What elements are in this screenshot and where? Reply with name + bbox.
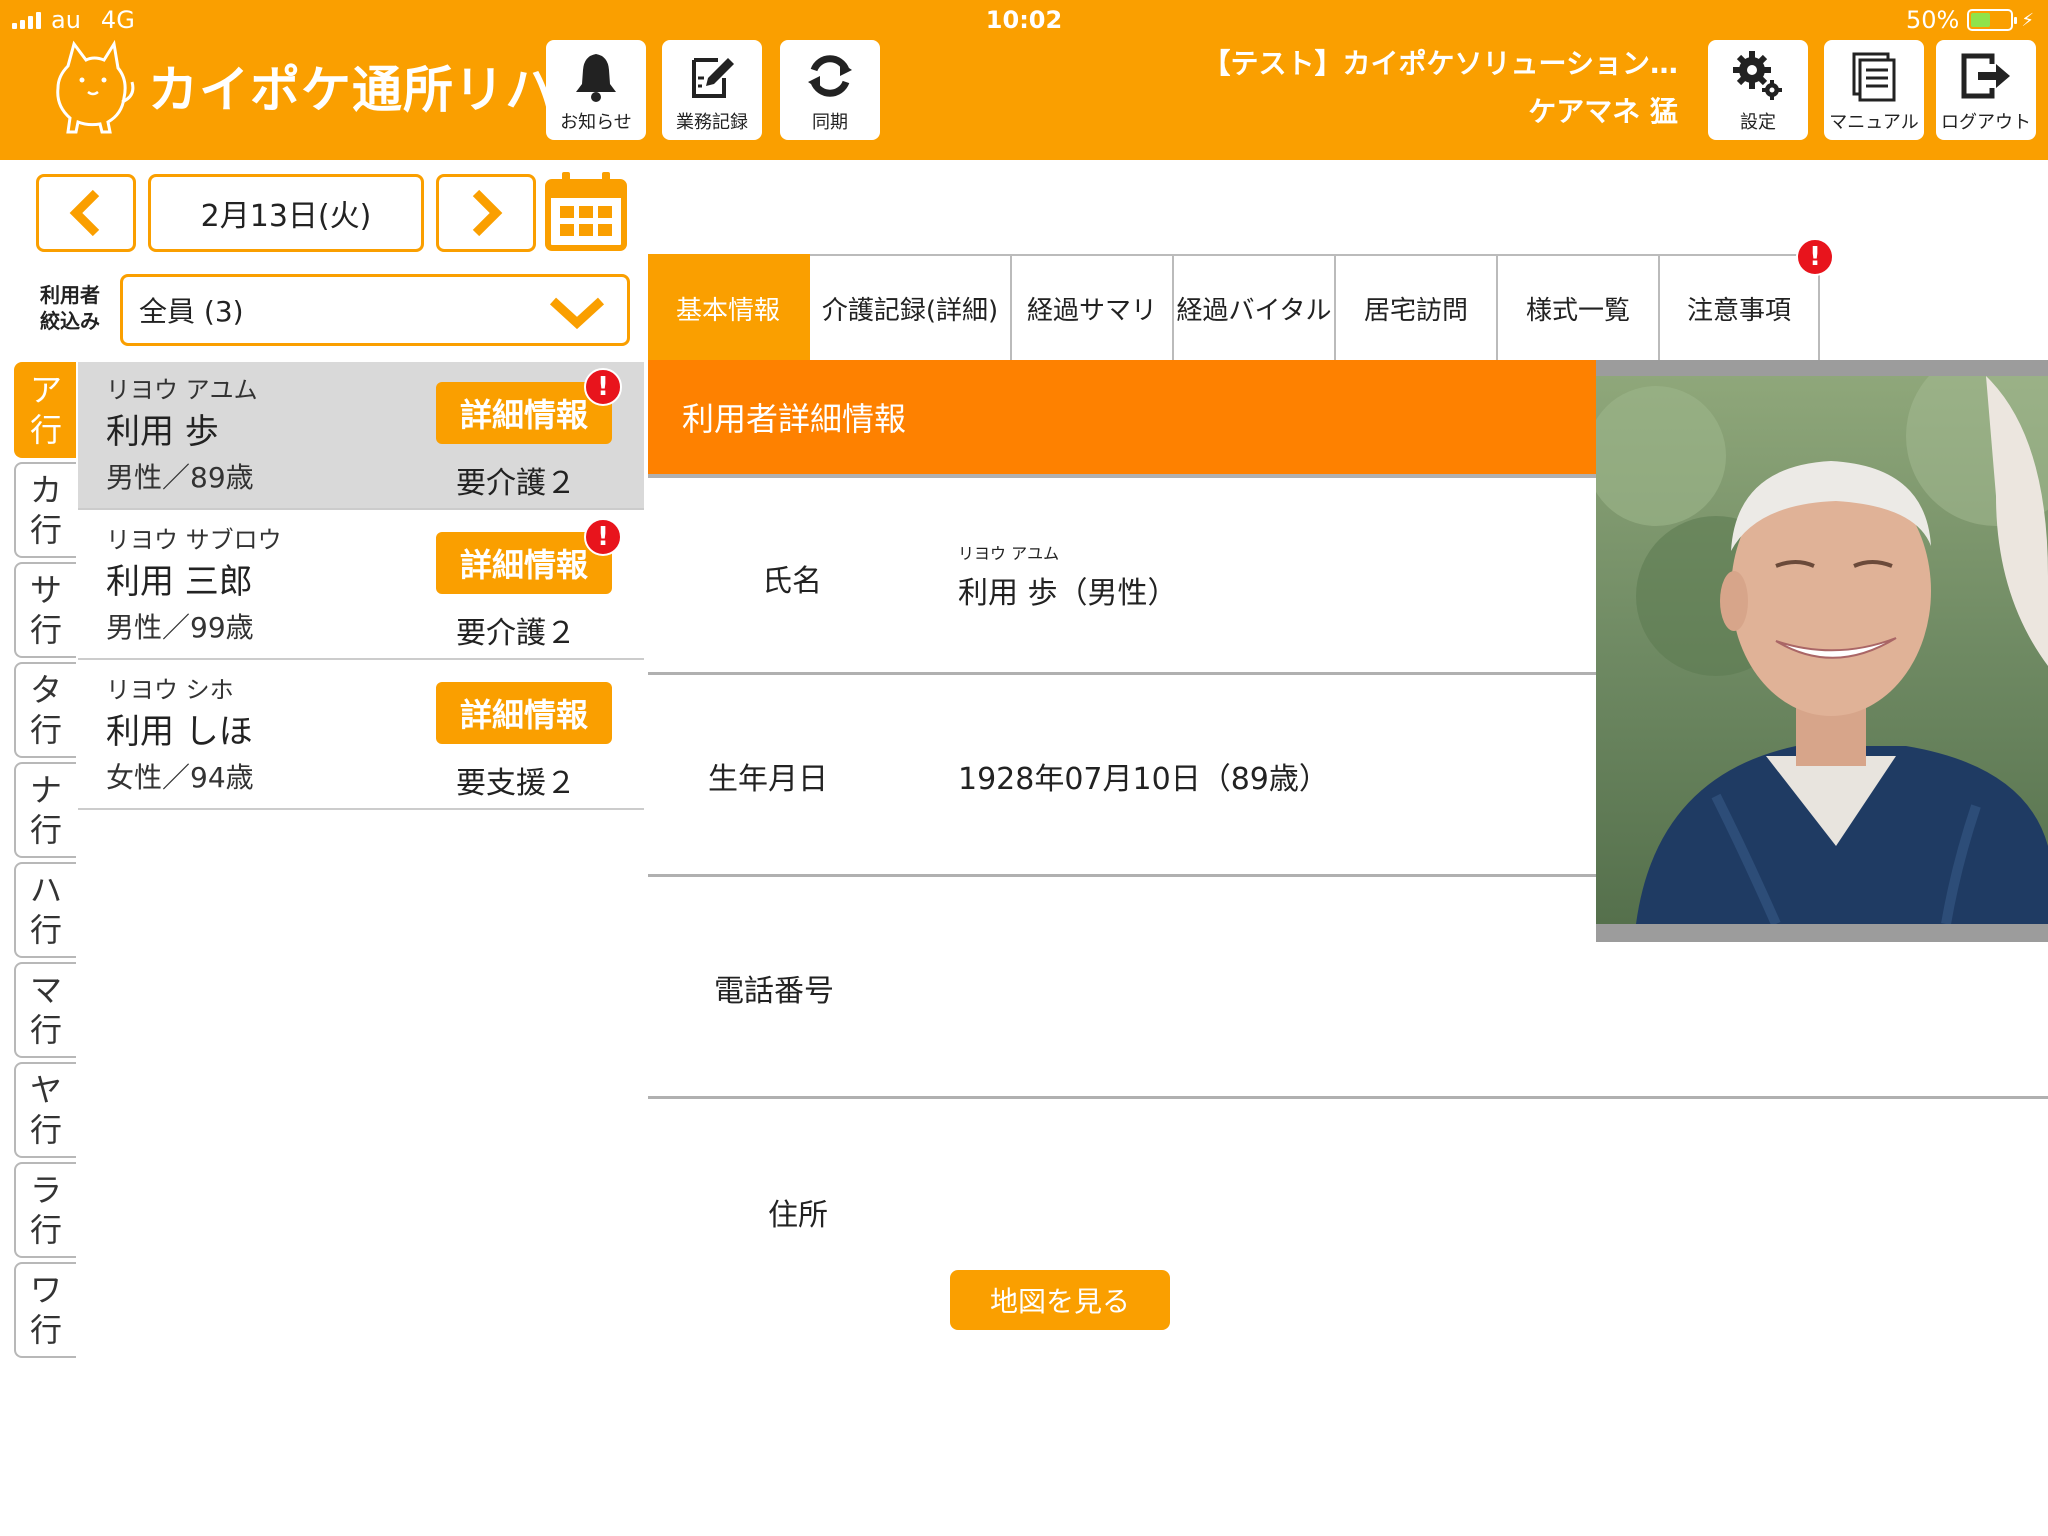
user-kana: リヨウ シホ xyxy=(106,676,234,704)
manual-button[interactable]: マニュアル xyxy=(1824,40,1924,140)
phone-label: 電話番号 xyxy=(714,974,834,1009)
user-name: 利用 しほ xyxy=(106,712,253,752)
row-divider xyxy=(648,1096,2048,1099)
row-divider xyxy=(648,672,1596,675)
manual-icon xyxy=(1852,52,1896,102)
charging-icon: ⚡ xyxy=(2021,9,2034,31)
work-record-label: 業務記録 xyxy=(676,112,748,133)
tab-basic-info[interactable]: 基本情報 xyxy=(648,254,810,360)
tab-progress-vital[interactable]: 経過バイタル xyxy=(1174,254,1336,360)
user-sex-age: 男性／89歳 xyxy=(106,461,254,494)
sync-icon xyxy=(808,55,852,97)
tab-notes[interactable]: 注意事項 xyxy=(1660,254,1820,360)
kana-tab-a[interactable]: ア行 xyxy=(14,362,76,458)
settings-button[interactable]: 設定 xyxy=(1708,40,1808,140)
sync-label: 同期 xyxy=(812,112,848,133)
detail-button[interactable]: 詳細情報 xyxy=(436,682,612,744)
tab-progress-summary[interactable]: 経過サマリ xyxy=(1012,254,1174,360)
care-level: 要支援２ xyxy=(456,766,576,801)
sync-button[interactable]: 同期 xyxy=(780,40,880,140)
user-sex-age: 男性／99歳 xyxy=(106,611,254,644)
row-divider xyxy=(648,874,1596,877)
user-list-item[interactable]: リヨウ アユム 利用 歩 男性／89歳 詳細情報 ! 要介護２ xyxy=(78,362,644,510)
birthdate-value: 1928年07月10日（89歳） xyxy=(958,762,1329,797)
kana-tab-wa[interactable]: ワ行 xyxy=(14,1262,76,1358)
view-map-button[interactable]: 地図を見る xyxy=(950,1270,1170,1330)
user-photo-image xyxy=(1596,376,2048,924)
chevron-left-icon xyxy=(69,189,100,237)
user-list-item[interactable]: リヨウ サブロウ 利用 三郎 男性／99歳 詳細情報 ! 要介護２ xyxy=(78,512,644,660)
user-name: 利用 歩 xyxy=(106,412,219,452)
name-ruby: リヨウ アユム xyxy=(958,544,1060,563)
user-filter-select[interactable]: 全員 (3) xyxy=(120,274,630,346)
alert-icon: ! xyxy=(1796,238,1834,276)
chevron-down-icon xyxy=(549,297,605,329)
edit-icon xyxy=(692,58,734,98)
settings-label: 設定 xyxy=(1740,112,1776,133)
kana-tab-sa[interactable]: サ行 xyxy=(14,562,76,658)
battery-icon xyxy=(1967,9,2018,31)
org-name: 【テスト】カイポケソリューション… xyxy=(1202,47,1678,80)
prev-day-button[interactable] xyxy=(36,174,136,252)
date-display[interactable]: 2月13日(火) xyxy=(148,174,424,252)
filter-value: 全員 (3) xyxy=(139,295,244,328)
alert-icon: ! xyxy=(584,518,622,556)
logout-label: ログアウト xyxy=(1941,112,2031,133)
calendar-icon[interactable] xyxy=(544,170,628,252)
notice-button[interactable]: お知らせ xyxy=(546,40,646,140)
tab-forms[interactable]: 様式一覧 xyxy=(1498,254,1660,360)
user-photo xyxy=(1596,374,2048,942)
name-label: 氏名 xyxy=(762,564,822,599)
alert-icon: ! xyxy=(584,368,622,406)
bell-icon xyxy=(576,54,616,102)
tab-care-record[interactable]: 介護記録(詳細) xyxy=(810,254,1012,360)
status-bar: au 4G 10:02 50% ⚡ xyxy=(0,0,2048,40)
user-name: ケアマネ 猛 xyxy=(1528,95,1678,128)
app-name: カイポケ通所リハ xyxy=(148,61,556,119)
section-title: 利用者詳細情報 xyxy=(648,360,1596,478)
user-kana: リヨウ サブロウ xyxy=(106,526,282,554)
birthdate-label: 生年月日 xyxy=(708,762,828,797)
user-kana: リヨウ アユム xyxy=(106,376,258,404)
logout-icon xyxy=(1961,53,2010,99)
notice-label: お知らせ xyxy=(560,112,632,133)
account-info: 【テスト】カイポケソリューション… ケアマネ 猛 xyxy=(1203,40,1678,136)
kana-tab-ka[interactable]: カ行 xyxy=(14,462,76,558)
care-level: 要介護２ xyxy=(456,466,576,501)
tab-home-visit[interactable]: 居宅訪問 xyxy=(1336,254,1498,360)
next-day-button[interactable] xyxy=(436,174,536,252)
kana-tab-ta[interactable]: タ行 xyxy=(14,662,76,758)
kana-tab-ma[interactable]: マ行 xyxy=(14,962,76,1058)
kana-tab-ha[interactable]: ハ行 xyxy=(14,862,76,958)
gear-icon xyxy=(1733,51,1782,100)
filter-label: 利用者 絞込み xyxy=(40,283,100,333)
care-level: 要介護２ xyxy=(456,616,576,651)
kana-tab-na[interactable]: ナ行 xyxy=(14,762,76,858)
address-label: 住所 xyxy=(768,1198,828,1233)
manual-label: マニュアル xyxy=(1829,112,1919,133)
user-list-item[interactable]: リヨウ シホ 利用 しほ 女性／94歳 詳細情報 要支援２ xyxy=(78,662,644,810)
battery-percent: 50% xyxy=(1906,6,1960,34)
app-header: au 4G 10:02 50% ⚡ カイポケ通所リハ お知らせ 業務記録 同期 … xyxy=(0,0,2048,160)
status-time: 10:02 xyxy=(985,6,1063,34)
name-value: 利用 歩（男性） xyxy=(958,576,1178,611)
user-name: 利用 三郎 xyxy=(106,562,253,602)
logout-button[interactable]: ログアウト xyxy=(1936,40,2036,140)
kana-tab-ra[interactable]: ラ行 xyxy=(14,1162,76,1258)
work-record-button[interactable]: 業務記録 xyxy=(662,40,762,140)
chevron-right-icon xyxy=(472,189,503,237)
cat-logo-icon xyxy=(56,39,135,134)
app-logo: カイポケ通所リハ xyxy=(48,36,556,136)
user-sex-age: 女性／94歳 xyxy=(106,761,254,794)
kana-tab-ya[interactable]: ヤ行 xyxy=(14,1062,76,1158)
